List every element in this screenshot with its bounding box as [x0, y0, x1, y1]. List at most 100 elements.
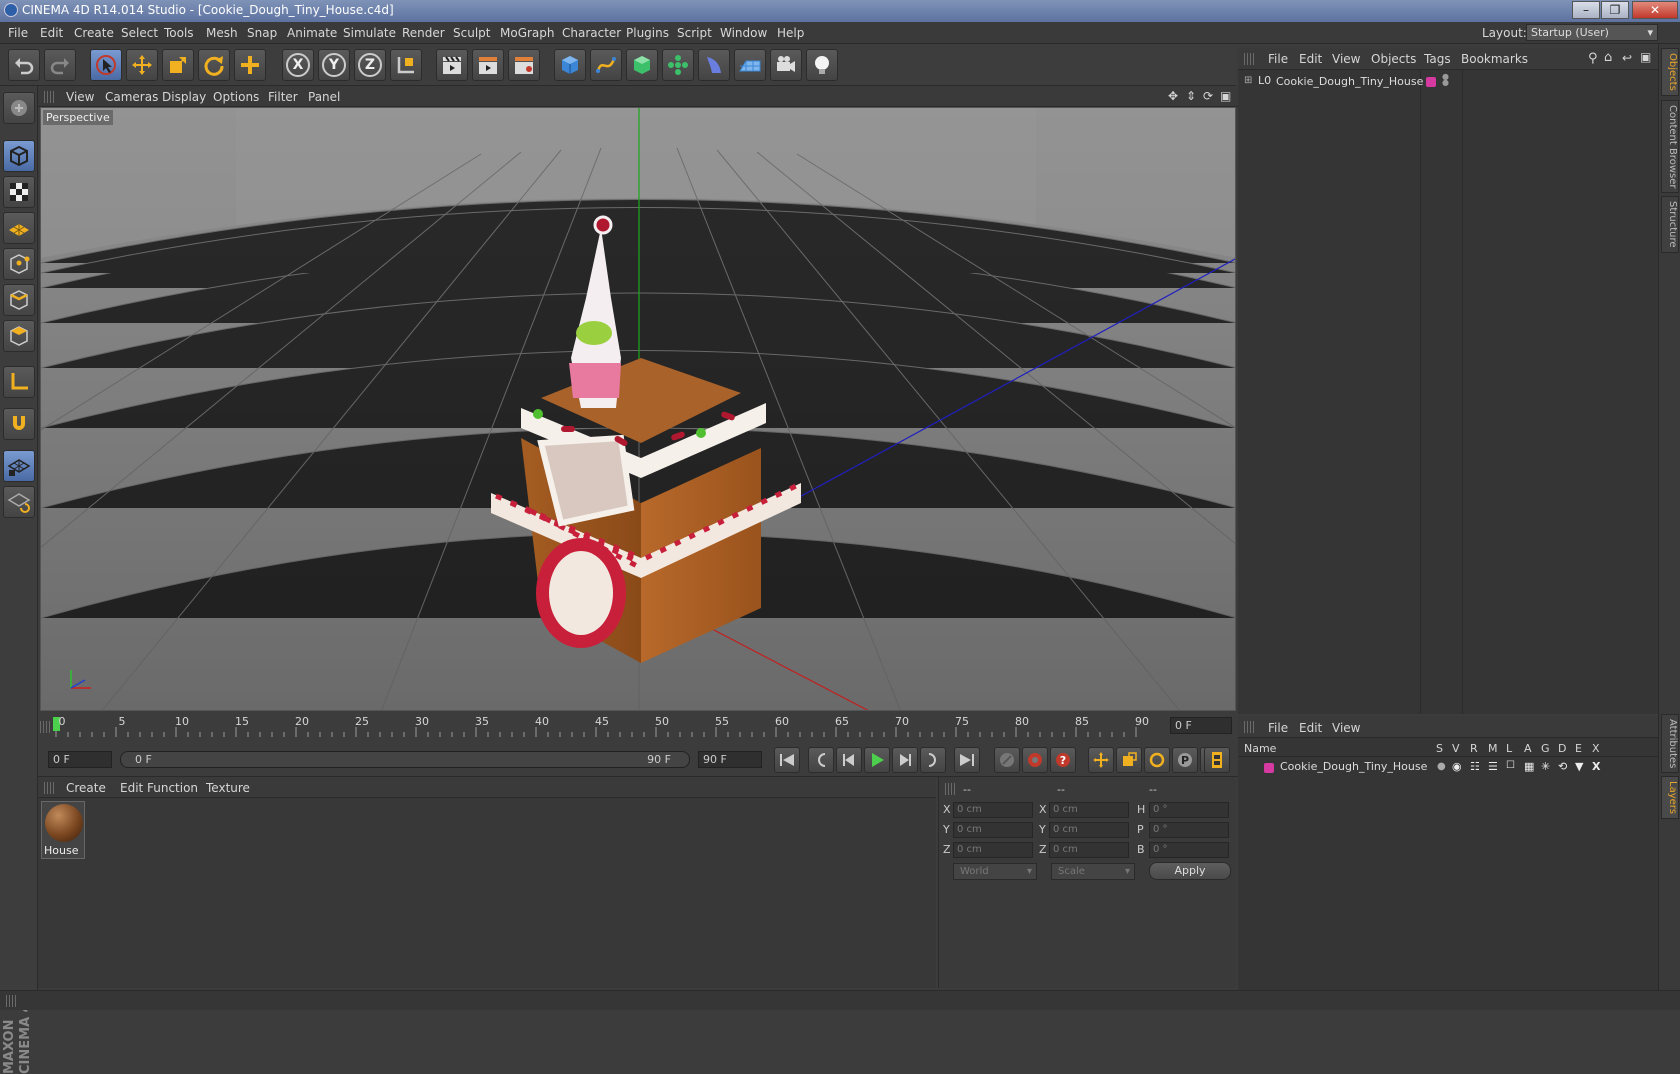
menu-window[interactable]: Window	[720, 26, 767, 40]
menu-mesh[interactable]: Mesh	[206, 26, 238, 40]
go-to-start-button[interactable]	[774, 747, 800, 773]
menu-animate[interactable]: Animate	[287, 26, 337, 40]
menu-character[interactable]: Character	[562, 26, 621, 40]
search-icon[interactable]: ⚲	[1588, 51, 1598, 66]
tab-content-browser[interactable]: Content Browser	[1661, 100, 1679, 194]
menu-mograph[interactable]: MoGraph	[500, 26, 555, 40]
y-axis-button[interactable]: Y	[318, 49, 350, 81]
add-deformer-button[interactable]	[698, 49, 730, 81]
texture-mode-button[interactable]	[3, 176, 35, 208]
move-tool-button[interactable]	[126, 49, 158, 81]
keyframe-selection-button[interactable]: ?	[1050, 747, 1076, 773]
recent-tool-button[interactable]	[234, 49, 266, 81]
objects-menu-tags[interactable]: Tags	[1424, 52, 1451, 66]
render-picture-viewer-button[interactable]	[472, 49, 504, 81]
expression-icon[interactable]: ▼	[1575, 760, 1583, 773]
tab-structure[interactable]: Structure	[1661, 196, 1679, 253]
coordinate-system-button[interactable]	[390, 49, 422, 81]
add-array-button[interactable]	[662, 49, 694, 81]
menu-tools[interactable]: Tools	[164, 26, 194, 40]
size-mode-dropdown[interactable]: Scale ▾	[1051, 863, 1135, 880]
objects-menu-view[interactable]: View	[1332, 52, 1360, 66]
material-house[interactable]: House	[41, 801, 85, 859]
menu-create[interactable]: Create	[74, 26, 114, 40]
xref-x-icon[interactable]: X	[1592, 760, 1600, 773]
model-mode-button[interactable]	[3, 140, 35, 172]
viewport-menu-view[interactable]: View	[66, 90, 94, 104]
material-menu-create[interactable]: Create	[66, 781, 106, 795]
material-menu-edit[interactable]: Edit	[120, 781, 143, 795]
menu-select[interactable]: Select	[121, 26, 158, 40]
layer-col-generators[interactable]: G	[1541, 742, 1550, 755]
viewport-rotate-icon[interactable]: ⟳	[1203, 89, 1213, 103]
layers-menu-view[interactable]: View	[1332, 721, 1360, 735]
objects-menu-file[interactable]: File	[1268, 52, 1288, 66]
tab-attributes[interactable]: Attributes	[1661, 714, 1679, 774]
menu-sculpt[interactable]: Sculpt	[453, 26, 490, 40]
menu-edit[interactable]: Edit	[40, 26, 63, 40]
menu-simulate[interactable]: Simulate	[343, 26, 396, 40]
rotation-b-field[interactable]: 0 °	[1149, 842, 1229, 858]
layer-col-manager[interactable]: M	[1488, 742, 1498, 755]
panel-grip-icon[interactable]	[6, 995, 16, 1007]
viewport-zoom-icon[interactable]: ⇕	[1186, 89, 1196, 103]
add-camera-button[interactable]	[770, 49, 802, 81]
position-z-field[interactable]: 0 cm	[953, 842, 1033, 858]
material-menu-function[interactable]: Function	[147, 781, 198, 795]
record-parameter-button[interactable]: P	[1172, 747, 1198, 773]
previous-frame-button[interactable]	[836, 747, 862, 773]
go-to-end-button[interactable]	[954, 747, 980, 773]
minimize-button[interactable]: –	[1572, 1, 1600, 19]
record-all-button[interactable]	[994, 747, 1020, 773]
viewport-menu-filter[interactable]: Filter	[268, 90, 298, 104]
axis-mode-button[interactable]	[3, 366, 35, 398]
layer-color-swatch[interactable]	[1426, 77, 1436, 87]
redo-button[interactable]	[44, 49, 76, 81]
new-window-icon[interactable]: ▣	[1640, 50, 1651, 64]
viewport-menu-options[interactable]: Options	[213, 90, 259, 104]
start-frame-field[interactable]: 0 F	[48, 751, 112, 768]
manager-list-icon[interactable]: ☰	[1488, 760, 1498, 773]
menu-snap[interactable]: Snap	[247, 26, 277, 40]
layers-menu-edit[interactable]: Edit	[1299, 721, 1322, 735]
polygons-mode-button[interactable]	[3, 320, 35, 352]
preview-range-slider[interactable]: 0 F 90 F	[120, 751, 690, 768]
size-y-field[interactable]: 0 cm	[1049, 822, 1129, 838]
viewport-menu-panel[interactable]: Panel	[308, 90, 340, 104]
previous-keyframe-button[interactable]	[808, 747, 834, 773]
generator-icon[interactable]: ✳	[1541, 760, 1550, 773]
auto-keying-button[interactable]	[1022, 747, 1048, 773]
visibility-dots-icon[interactable]: ● ●	[1442, 73, 1449, 87]
add-environment-button[interactable]	[734, 49, 766, 81]
snap-button[interactable]	[3, 408, 35, 440]
home-icon[interactable]: ⌂	[1604, 50, 1612, 65]
play-button[interactable]	[864, 747, 890, 773]
render-settings-button[interactable]	[508, 49, 540, 81]
deformer-icon[interactable]: ⟲	[1558, 760, 1567, 773]
view-eye-icon[interactable]: ◉	[1452, 760, 1462, 773]
edges-mode-button[interactable]	[3, 284, 35, 316]
layer-col-xref[interactable]: X	[1592, 742, 1600, 755]
3d-viewport[interactable]: Perspective	[40, 107, 1236, 711]
position-y-field[interactable]: 0 cm	[953, 822, 1033, 838]
z-axis-button[interactable]: Z	[354, 49, 386, 81]
menu-script[interactable]: Script	[677, 26, 712, 40]
object-row[interactable]: ⊞ L0 Cookie_Dough_Tiny_House ● ●	[1238, 73, 1658, 92]
viewport-maximize-icon[interactable]: ▣	[1220, 89, 1231, 103]
position-x-field[interactable]: 0 cm	[953, 802, 1033, 818]
objects-menu-objects[interactable]: Objects	[1371, 52, 1416, 66]
workplane-mode-button[interactable]	[3, 212, 35, 244]
objects-menu-bookmarks[interactable]: Bookmarks	[1461, 52, 1528, 66]
scale-tool-button[interactable]	[162, 49, 194, 81]
add-light-button[interactable]	[806, 49, 838, 81]
timeline[interactable]: 0 5 10 15 20 25 30 35 40 45 50 55 60 65 70 75 80 85 90 0 F	[38, 711, 1238, 743]
undo-button[interactable]	[8, 49, 40, 81]
next-keyframe-button[interactable]	[920, 747, 946, 773]
record-position-button[interactable]	[1088, 747, 1114, 773]
back-icon[interactable]: ↩	[1622, 51, 1632, 65]
menu-render[interactable]: Render	[402, 26, 445, 40]
timeline-window-button[interactable]	[1204, 747, 1230, 773]
layer-col-render[interactable]: R	[1470, 742, 1478, 755]
layer-col-expressions[interactable]: E	[1575, 742, 1582, 755]
object-name[interactable]: Cookie_Dough_Tiny_House	[1276, 75, 1423, 88]
